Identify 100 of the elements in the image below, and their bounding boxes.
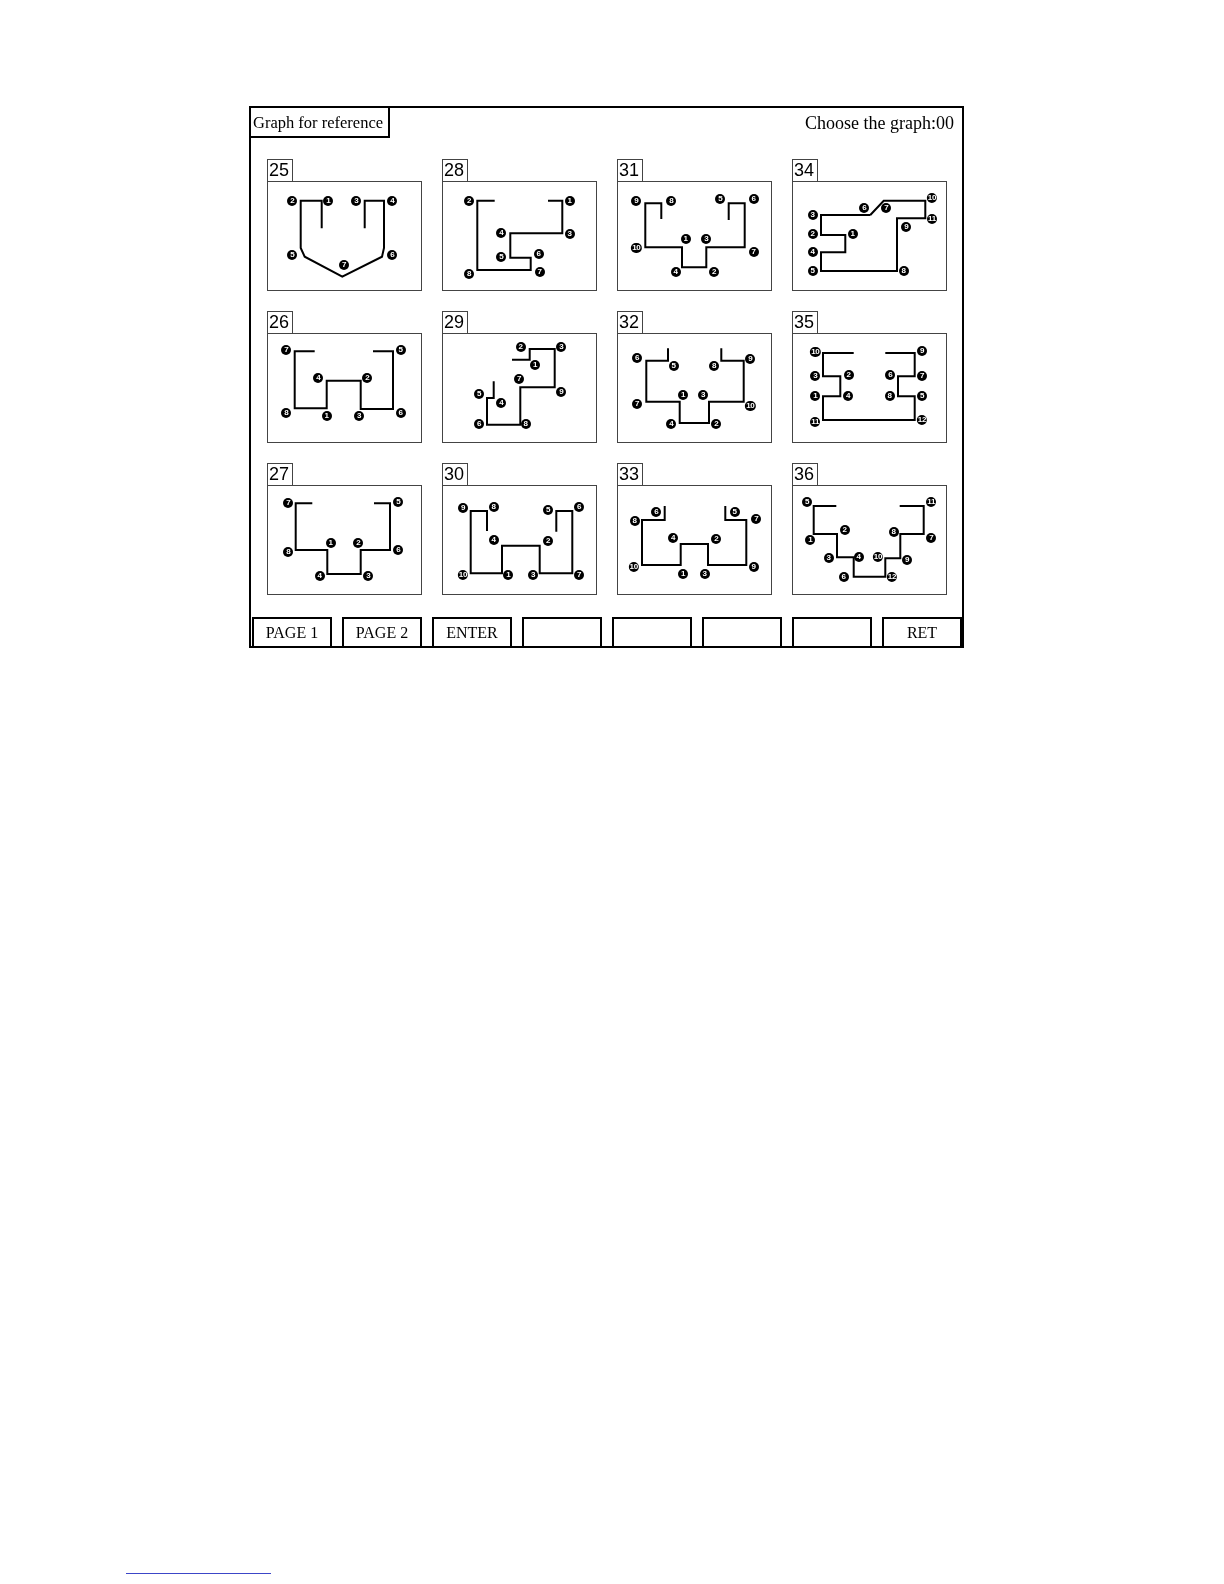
node-marker: 7 (926, 533, 937, 544)
node-marker: 5 (668, 361, 679, 372)
softkey-button[interactable]: PAGE 2 (342, 617, 422, 646)
node-marker: 10 (810, 347, 821, 358)
node-marker: 7 (339, 260, 349, 270)
node-marker: 1 (678, 389, 688, 400)
node-marker: 5 (287, 250, 298, 260)
node-marker: 7 (574, 570, 584, 580)
node-marker: 4 (313, 373, 324, 383)
node-marker: 5 (393, 496, 404, 507)
graph-number: 34 (792, 159, 818, 182)
node-marker: 9 (917, 346, 927, 357)
node-marker: 9 (631, 195, 642, 206)
node-marker: 12 (916, 414, 928, 425)
node-marker: 5 (474, 389, 484, 399)
graph-number: 26 (267, 311, 293, 334)
node-marker: 7 (881, 203, 892, 214)
node-marker: 9 (745, 354, 756, 364)
graph-number: 31 (617, 159, 643, 182)
node-marker: 6 (885, 370, 896, 380)
blank-softkey-button[interactable] (612, 617, 692, 646)
node-marker: 4 (843, 391, 853, 402)
node-marker: 3 (556, 341, 567, 352)
node-marker: 8 (888, 526, 899, 537)
node-marker: 4 (314, 571, 325, 581)
node-marker: 5 (807, 266, 818, 276)
node-marker: 6 (393, 545, 404, 555)
node-marker: 6 (574, 501, 584, 512)
softkey-button[interactable]: RET (882, 617, 962, 646)
graph-number: 29 (442, 311, 468, 334)
node-marker: 2 (464, 195, 474, 206)
node-marker: 6 (838, 572, 849, 583)
node-marker: 3 (823, 553, 834, 564)
node-marker: 5 (715, 194, 726, 204)
node-marker: 1 (323, 195, 334, 206)
node-marker: 1 (503, 570, 514, 580)
node-marker: 3 (698, 389, 708, 400)
node-marker: 9 (901, 221, 912, 232)
node-marker: 2 (807, 229, 818, 239)
node-marker: 5 (802, 496, 812, 507)
node-marker: 2 (287, 195, 298, 206)
node-marker: 3 (807, 210, 818, 220)
node-marker: 9 (458, 503, 468, 514)
node-marker: 6 (748, 194, 759, 204)
node-marker: 4 (496, 228, 507, 239)
node-marker: 8 (898, 266, 909, 276)
graph-number: 25 (267, 159, 293, 182)
node-marker: 11 (810, 417, 821, 428)
node-marker: 2 (843, 370, 854, 380)
node-marker: 7 (751, 514, 762, 524)
softkey-button[interactable]: ENTER (432, 617, 512, 646)
node-marker: 4 (387, 195, 398, 206)
node-marker: 1 (805, 535, 816, 545)
node-marker: 10 (628, 562, 639, 573)
node-marker: 4 (488, 535, 499, 545)
node-marker: 8 (520, 419, 531, 429)
node-marker: 9 (748, 562, 759, 573)
node-marker: 6 (651, 507, 662, 518)
blank-softkey-button[interactable] (522, 617, 602, 646)
node-marker: 4 (496, 398, 507, 409)
softkey-button[interactable]: PAGE 1 (252, 617, 332, 646)
node-marker: 9 (556, 386, 567, 397)
node-marker: 7 (514, 374, 524, 384)
blank-softkey-button[interactable] (702, 617, 782, 646)
node-marker: 4 (853, 551, 864, 562)
node-marker: 8 (666, 195, 677, 206)
node-marker: 1 (680, 234, 691, 244)
title-label: Graph for reference (251, 108, 390, 138)
node-marker: 8 (884, 391, 895, 402)
node-marker: 10 (926, 193, 938, 204)
node-marker: 3 (363, 571, 374, 581)
node-marker: 7 (748, 246, 759, 257)
node-marker: 2 (362, 373, 373, 383)
node-marker: 5 (917, 390, 927, 401)
node-marker: 4 (668, 533, 678, 544)
node-marker: 2 (515, 341, 526, 352)
node-marker: 6 (474, 419, 484, 429)
node-marker: 8 (281, 408, 292, 419)
node-marker: 5 (543, 505, 553, 515)
graph-number: 32 (617, 311, 643, 334)
node-marker: 3 (699, 569, 710, 579)
node-marker: 7 (632, 399, 642, 409)
graph-number: 30 (442, 463, 468, 486)
node-marker: 8 (488, 501, 499, 512)
node-marker: 11 (926, 496, 937, 507)
node-marker: 10 (745, 401, 756, 412)
node-marker: 2 (353, 538, 364, 549)
node-marker: 3 (564, 229, 575, 240)
node-marker: 4 (807, 247, 818, 258)
node-marker: 8 (283, 546, 294, 557)
node-marker: 2 (543, 535, 553, 546)
node-marker: 6 (859, 203, 870, 214)
node-marker: 1 (530, 360, 540, 370)
node-marker: 6 (533, 249, 544, 260)
node-marker: 1 (810, 390, 821, 401)
node-marker: 6 (395, 408, 406, 419)
blank-softkey-button[interactable] (792, 617, 872, 646)
node-marker: 6 (632, 353, 642, 363)
node-marker: 7 (534, 267, 545, 278)
node-marker: 3 (354, 410, 364, 421)
